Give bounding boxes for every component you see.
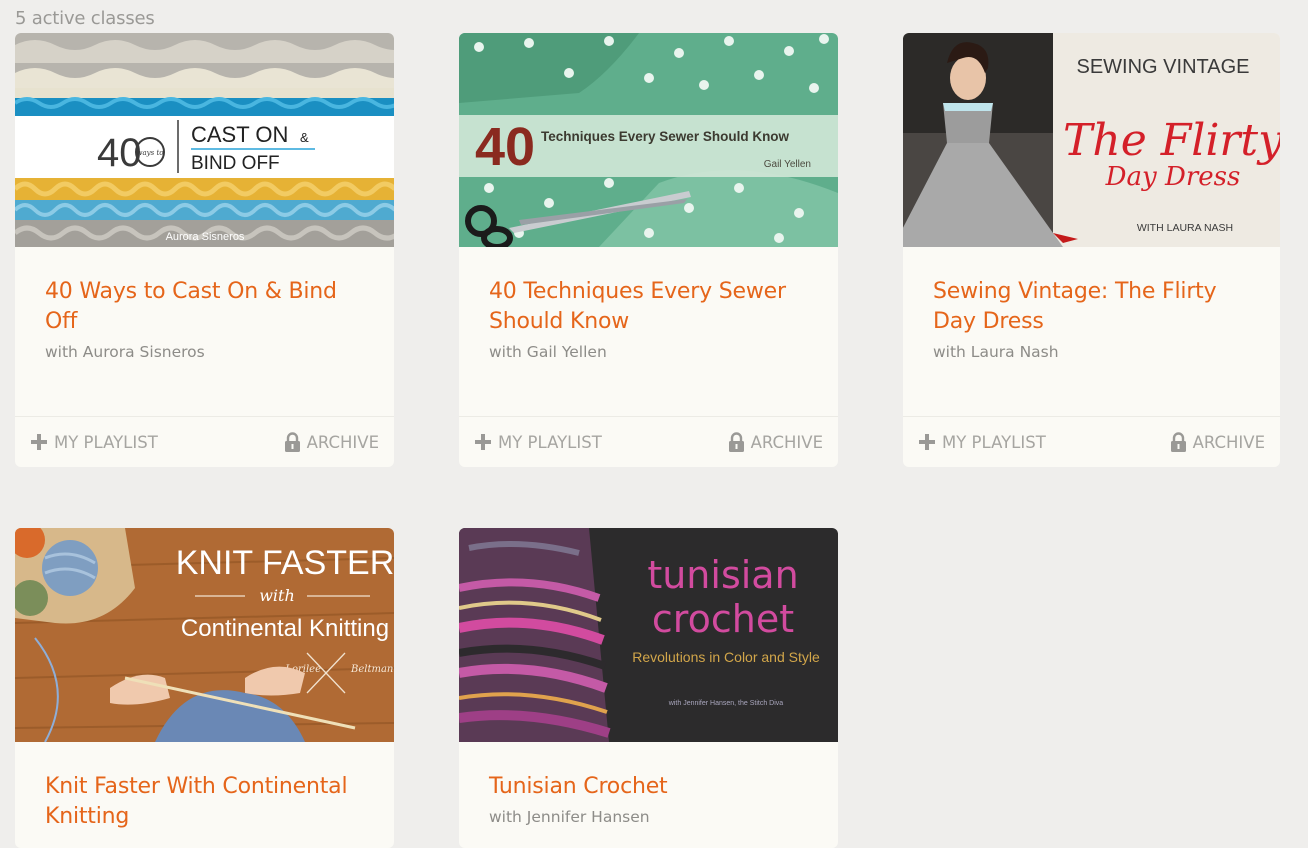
playlist-label: MY PLAYLIST: [54, 432, 158, 452]
class-instructor: with Aurora Sisneros: [45, 343, 205, 361]
sewer-techniques-thumbnail-art: 40 Techniques Every Sewer Should Know Ga…: [459, 33, 838, 247]
class-card[interactable]: tunisian crochet Revolutions in Color an…: [459, 528, 838, 848]
class-thumbnail[interactable]: 40 Techniques Every Sewer Should Know Ga…: [459, 33, 838, 247]
archive-label: ARCHIVE: [1192, 432, 1265, 452]
shawl-image: [459, 528, 611, 742]
class-instructor: with Jennifer Hansen: [489, 808, 650, 826]
archive-label: ARCHIVE: [750, 432, 823, 452]
thumb-with: with: [259, 586, 295, 605]
playlist-label: MY PLAYLIST: [498, 432, 602, 452]
plus-icon: [30, 433, 48, 451]
class-thumbnail[interactable]: 40 ways to CAST ON & BIND OFF Aurora Sis…: [15, 33, 394, 247]
thumb-number: 40: [475, 117, 535, 177]
class-title[interactable]: Sewing Vintage: The Flirty Day Dress: [933, 277, 1250, 337]
knit-faster-thumbnail-art: KNIT FASTER with Continental Knitting Lo…: [15, 528, 394, 742]
class-title[interactable]: Knit Faster With Continental Knitting: [45, 772, 364, 832]
thumb-credit: with Jennifer Hansen, the Stitch Diva: [668, 700, 783, 707]
thumb-line2: Continental Knitting: [181, 615, 389, 642]
add-to-playlist-button[interactable]: MY PLAYLIST: [30, 433, 158, 452]
lock-icon: [728, 432, 744, 452]
class-thumbnail[interactable]: tunisian crochet Revolutions in Color an…: [459, 528, 838, 742]
archive-button[interactable]: ARCHIVE: [728, 432, 823, 452]
add-to-playlist-button[interactable]: MY PLAYLIST: [474, 433, 602, 452]
tunisian-crochet-thumbnail-art: tunisian crochet Revolutions in Color an…: [459, 528, 838, 742]
playlist-label: MY PLAYLIST: [942, 432, 1046, 452]
thumb-line1: KNIT FASTER: [176, 544, 394, 582]
thumb-ampersand: &: [300, 130, 309, 145]
class-card[interactable]: KNIT FASTER with Continental Knitting Lo…: [15, 528, 394, 848]
thumb-line1: tunisian: [647, 553, 798, 597]
archive-label: ARCHIVE: [306, 432, 379, 452]
thumb-number: 40: [97, 131, 142, 175]
thumb-script1: The Flirty: [1063, 115, 1280, 166]
card-footer: MY PLAYLIST ARCHIVE: [903, 416, 1280, 467]
cast-on-bind-off-thumbnail-art: 40 ways to CAST ON & BIND OFF Aurora Sis…: [15, 33, 394, 247]
thumb-line1: CAST ON: [191, 122, 288, 147]
card-footer: MY PLAYLIST ARCHIVE: [459, 416, 838, 467]
plus-icon: [474, 433, 492, 451]
flirty-day-dress-thumbnail-art: SEWING VINTAGE The Flirty Day Dress WITH…: [903, 33, 1280, 247]
thumb-subtitle: Revolutions in Color and Style: [632, 649, 820, 665]
card-footer: MY PLAYLIST ARCHIVE: [15, 416, 394, 467]
class-title[interactable]: 40 Techniques Every Sewer Should Know: [489, 277, 808, 337]
archive-button[interactable]: ARCHIVE: [284, 432, 379, 452]
class-card[interactable]: 40 Techniques Every Sewer Should Know Ga…: [459, 33, 838, 467]
thumb-top: SEWING VINTAGE: [1077, 56, 1250, 78]
class-title[interactable]: 40 Ways to Cast On & Bind Off: [45, 277, 364, 337]
class-card[interactable]: 40 ways to CAST ON & BIND OFF Aurora Sis…: [15, 33, 394, 467]
class-card[interactable]: SEWING VINTAGE The Flirty Day Dress WITH…: [903, 33, 1280, 467]
thumb-text: Techniques Every Sewer Should Know: [541, 129, 790, 144]
thumb-small-text: ways to: [137, 149, 164, 157]
thumb-script2: Day Dress: [1105, 162, 1241, 192]
class-title[interactable]: Tunisian Crochet: [489, 772, 808, 802]
class-instructor: with Gail Yellen: [489, 343, 607, 361]
thumb-line2: crochet: [652, 597, 794, 641]
lock-icon: [1170, 432, 1186, 452]
thumb-credit: WITH LAURA NASH: [1137, 222, 1233, 234]
class-thumbnail[interactable]: SEWING VINTAGE The Flirty Day Dress WITH…: [903, 33, 1280, 247]
thumb-right-name: Beltman: [350, 664, 393, 675]
archive-button[interactable]: ARCHIVE: [1170, 432, 1265, 452]
class-thumbnail[interactable]: KNIT FASTER with Continental Knitting Lo…: [15, 528, 394, 742]
class-instructor: with Laura Nash: [933, 343, 1059, 361]
thumb-credit: Gail Yellen: [764, 159, 811, 170]
add-to-playlist-button[interactable]: MY PLAYLIST: [918, 433, 1046, 452]
thumb-credit: Aurora Sisneros: [166, 231, 245, 243]
lock-icon: [284, 432, 300, 452]
thumb-line2: BIND OFF: [191, 153, 280, 174]
plus-icon: [918, 433, 936, 451]
active-classes-count: 5 active classes: [15, 8, 155, 29]
